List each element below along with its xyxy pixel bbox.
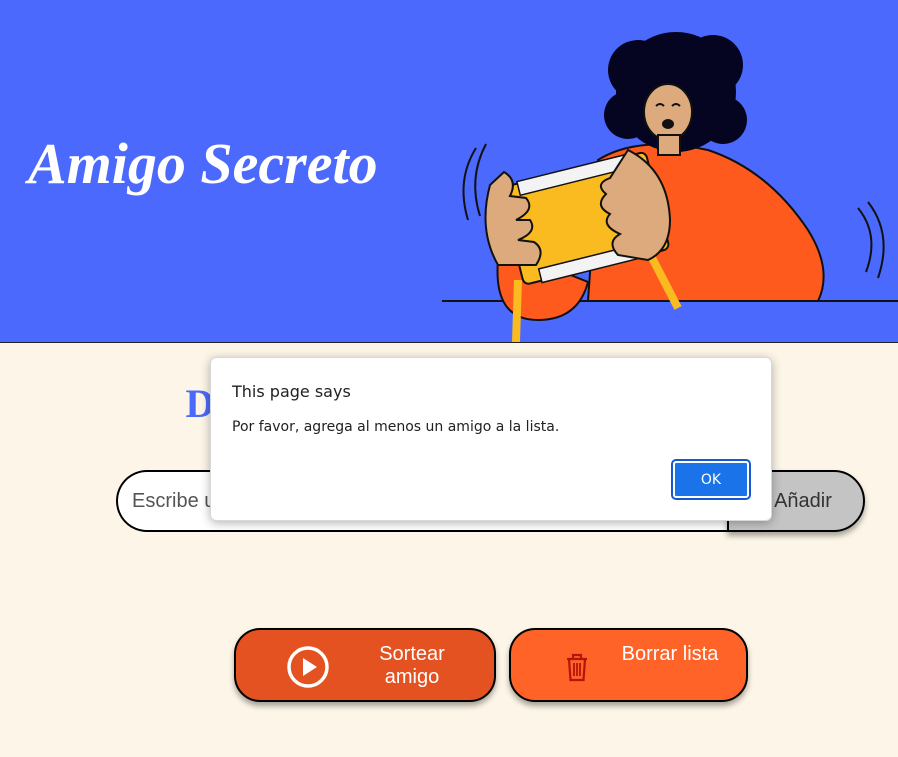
dialog-message: Por favor, agrega al menos un amigo a la… (232, 419, 560, 435)
draw-friend-button[interactable]: Sortear amigo (234, 628, 496, 702)
clear-list-label: Borrar lista (621, 643, 719, 665)
alert-dialog: This page says Por favor, agrega al meno… (210, 357, 772, 521)
ok-button[interactable]: OK (671, 459, 751, 500)
app-title: Amigo Secreto (28, 131, 378, 196)
trash-icon (567, 653, 587, 682)
person-with-gift-illustration (442, 32, 898, 342)
dialog-title: This page says (232, 382, 351, 401)
header-banner: Amigo Secreto (0, 0, 898, 343)
play-circle-icon (287, 646, 329, 688)
clear-list-button[interactable]: Borrar lista (509, 628, 748, 702)
draw-friend-label: Sortear amigo (379, 643, 445, 688)
